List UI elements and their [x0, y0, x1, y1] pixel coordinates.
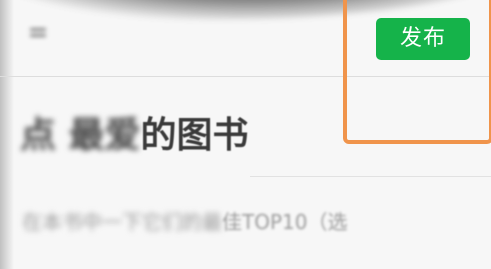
- article-title[interactable]: 点 最爱的图书: [20, 106, 249, 156]
- body-visible-text: 佳TOP10（选: [222, 210, 348, 234]
- left-shadow: [0, 0, 14, 269]
- title-blurred-text: 点 最爱: [20, 114, 141, 156]
- title-divider: [250, 176, 491, 177]
- editor-screen: 发布 点 最爱的图书 在本书中一下它们的最佳TOP10（选: [0, 0, 491, 269]
- menu-icon[interactable]: [30, 28, 46, 42]
- article-body[interactable]: 在本书中一下它们的最佳TOP10（选: [22, 206, 347, 235]
- publish-button[interactable]: 发布: [376, 18, 470, 60]
- title-visible-text: 的图书: [140, 114, 249, 156]
- menu-icon-line: [30, 34, 46, 37]
- body-blurred-text: 在本书中一下它们的最: [22, 210, 222, 234]
- menu-icon-line: [30, 28, 46, 31]
